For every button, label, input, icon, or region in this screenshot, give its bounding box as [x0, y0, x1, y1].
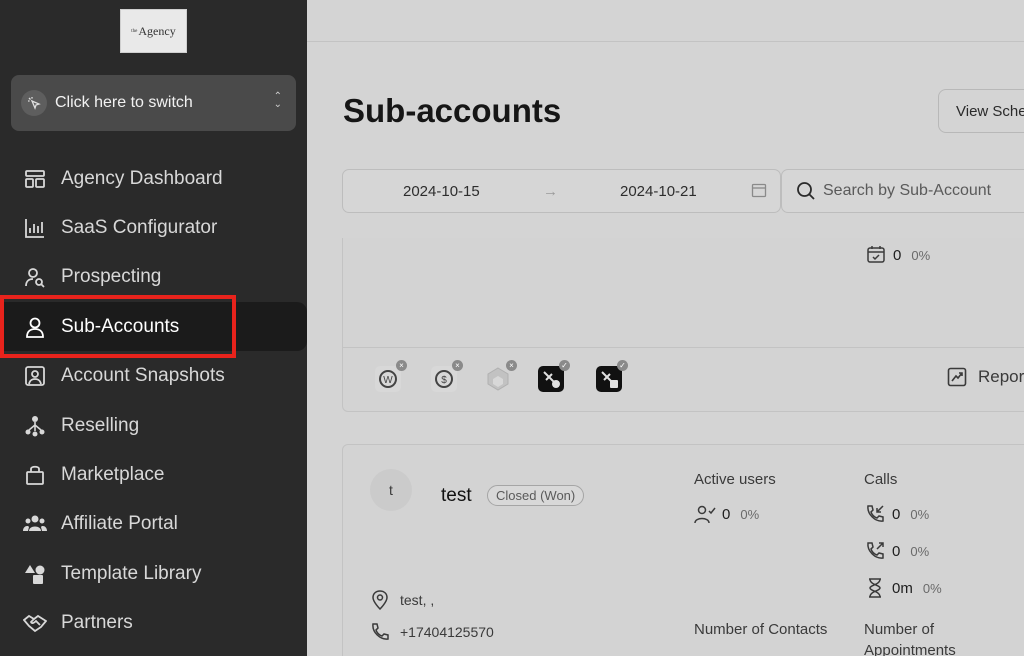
chevron-updown-icon: ⌃ ⌄	[273, 91, 282, 110]
sidebar-item-template-library[interactable]: Template Library	[0, 549, 307, 598]
sub-account-card: 0 0% W × $ × × ✓ ✓ Repor	[342, 238, 1024, 412]
divider	[343, 347, 1024, 348]
date-start[interactable]: 2024-10-15	[403, 183, 480, 200]
handshake-icon	[23, 611, 47, 635]
appointments-metric: 0 0%	[865, 244, 930, 266]
sidebar-item-label: Partners	[61, 612, 133, 634]
phone-info: +17404125570	[370, 622, 494, 642]
close-icon[interactable]: ×	[506, 360, 517, 371]
sidebar-item-sub-accounts[interactable]: Sub-Accounts	[0, 295, 307, 359]
svg-text:$: $	[441, 375, 447, 386]
sidebar-item-label: Affiliate Portal	[61, 513, 178, 535]
page-title: Sub-accounts	[343, 92, 562, 129]
appointments-label-line1: Number of	[864, 621, 935, 638]
sidebar-item-saas-configurator[interactable]: SaaS Configurator	[0, 203, 307, 252]
sidebar-item-label: Sub-Accounts	[61, 315, 180, 337]
contacts-label: Number of Contacts	[694, 621, 828, 638]
sidebar-item-label: Reselling	[61, 414, 140, 436]
sidebar-nav: Agency Dashboard SaaS Configurator Prosp…	[0, 154, 307, 648]
chart-up-icon	[947, 367, 967, 387]
sidebar-item-affiliate-portal[interactable]: Affiliate Portal	[0, 500, 307, 549]
cube-icon[interactable]: ×	[485, 360, 517, 392]
phone-icon	[370, 622, 390, 642]
location-pin-icon	[370, 590, 390, 610]
reselling-icon	[23, 414, 47, 438]
appointments-label-line2: Appointments	[864, 642, 956, 656]
user-check-icon	[694, 503, 716, 525]
search-placeholder: Search by Sub-Account	[823, 182, 992, 199]
sub-account-card: t test Closed (Won) Active users 0 0% Ca…	[342, 444, 1024, 656]
wordpress-icon[interactable]: W ×	[375, 360, 407, 392]
close-icon[interactable]: ×	[396, 360, 407, 371]
check-icon: ✓	[617, 360, 628, 371]
sidebar-item-label: Account Snapshots	[61, 365, 225, 387]
hourglass-icon	[864, 577, 886, 599]
main-content: Sub-accounts View Sche 2024-10-15 → 2024…	[307, 0, 1024, 656]
close-icon[interactable]: ×	[452, 360, 463, 371]
arrow-right-icon: →	[543, 183, 558, 200]
sidebar-item-partners[interactable]: Partners	[0, 599, 307, 648]
phone-outgoing-icon	[864, 540, 886, 562]
calls-incoming-metric: 0 0%	[864, 503, 929, 525]
dollar-sync-icon[interactable]: $ ×	[431, 360, 463, 392]
bar-chart-icon	[23, 216, 47, 240]
status-badge: Closed (Won)	[487, 485, 585, 506]
active-users-label: Active users	[694, 471, 776, 488]
check-icon: ✓	[559, 360, 570, 371]
dashboard-icon	[23, 167, 47, 191]
sidebar-item-label: Agency Dashboard	[61, 167, 223, 189]
snapshot-icon	[23, 364, 47, 388]
phone-incoming-icon	[864, 503, 886, 525]
switcher-label: Click here to switch	[55, 94, 193, 111]
bag-icon	[23, 463, 47, 487]
calendar-check-icon	[865, 244, 887, 266]
sidebar-item-agency-dashboard[interactable]: Agency Dashboard	[0, 154, 307, 203]
user-icon	[23, 315, 47, 339]
search-icon	[796, 181, 816, 201]
call-duration-metric: 0m 0%	[864, 577, 942, 599]
sidebar-item-account-snapshots[interactable]: Account Snapshots	[0, 352, 307, 401]
date-end[interactable]: 2024-10-21	[620, 183, 697, 200]
sidebar-item-label: SaaS Configurator	[61, 217, 218, 239]
sidebar-item-prospecting[interactable]: Prospecting	[0, 253, 307, 302]
sidebar: the Agency Click here to switch ⌃ ⌄ Agency…	[0, 0, 307, 656]
agency-logo[interactable]: the Agency	[120, 9, 187, 53]
phone-app-icon[interactable]: ✓	[596, 360, 628, 392]
user-search-icon	[23, 265, 47, 289]
reports-link[interactable]: Repor	[947, 367, 1024, 387]
view-schedule-button[interactable]: View Sche	[938, 89, 1024, 133]
shapes-icon	[23, 562, 47, 586]
account-name[interactable]: test	[441, 485, 472, 507]
calls-outgoing-metric: 0 0%	[864, 540, 929, 562]
address-info: test, ,	[370, 590, 434, 610]
phone-app-icon[interactable]: ✓	[538, 360, 570, 392]
calendar-icon	[751, 182, 767, 202]
search-input[interactable]: Search by Sub-Account	[781, 169, 1024, 213]
avatar: t	[370, 469, 412, 511]
users-icon	[23, 512, 47, 536]
sidebar-item-label: Template Library	[61, 562, 202, 584]
pointer-click-icon	[21, 90, 47, 116]
active-users-metric: 0 0%	[694, 503, 759, 525]
calls-label: Calls	[864, 471, 898, 488]
sidebar-item-reselling[interactable]: Reselling	[0, 401, 307, 450]
sidebar-item-marketplace[interactable]: Marketplace	[0, 450, 307, 499]
sidebar-item-label: Prospecting	[61, 266, 162, 288]
top-bar	[307, 0, 1024, 42]
account-switcher[interactable]: Click here to switch ⌃ ⌄	[11, 75, 296, 131]
sidebar-item-label: Marketplace	[61, 464, 165, 486]
date-range-picker[interactable]: 2024-10-15 → 2024-10-21	[342, 169, 781, 213]
svg-text:W: W	[383, 375, 393, 386]
